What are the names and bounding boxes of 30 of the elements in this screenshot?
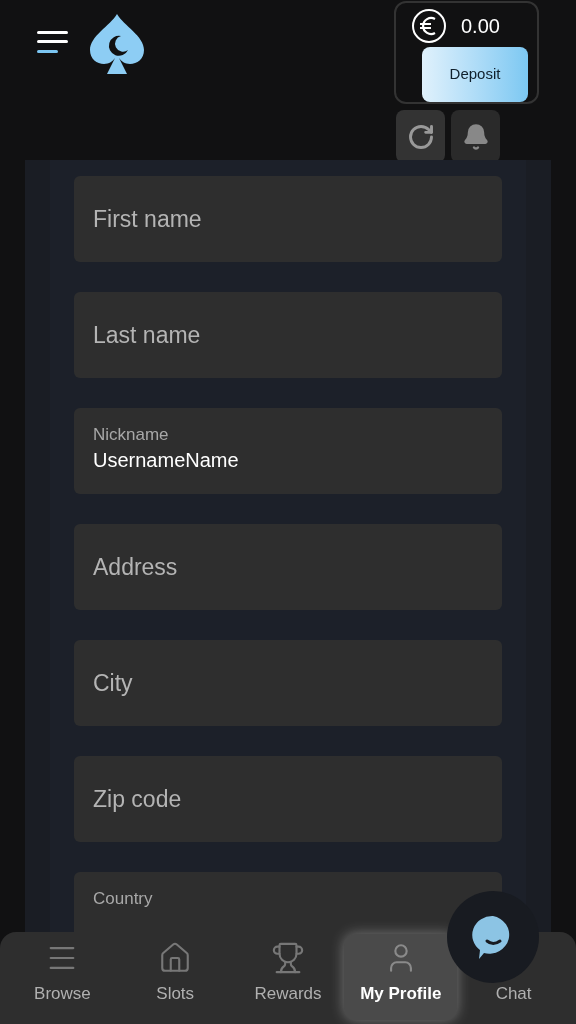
field-label: Country [93, 888, 154, 910]
field-label: Nickname [93, 424, 170, 446]
euro-icon [411, 8, 447, 44]
balance-amount: 0.00 [461, 14, 500, 39]
deposit-button[interactable]: Deposit [422, 47, 528, 102]
text-field[interactable]: Nickname UsernameName [74, 408, 502, 494]
field-input: Zip code [93, 781, 483, 817]
text-field[interactable]: Address [74, 524, 502, 610]
field-input: First name [93, 201, 483, 237]
notifications-button[interactable] [451, 110, 500, 163]
menu-icon[interactable] [37, 31, 68, 55]
trophy-icon [271, 940, 305, 975]
text-field[interactable]: Last name [74, 292, 502, 378]
text-field[interactable]: First name [74, 176, 502, 262]
refresh-button[interactable] [396, 110, 445, 163]
spade-logo[interactable] [90, 14, 144, 74]
nav-tab[interactable]: Browse [34, 940, 91, 1006]
text-field[interactable]: Zip code [74, 756, 502, 842]
field-input: City [93, 665, 483, 701]
field-value: UsernameName [93, 446, 483, 474]
nav-tab[interactable]: My Profile [344, 934, 458, 1020]
field-input: Last name [93, 317, 483, 353]
bell-icon [461, 122, 490, 151]
field-input: Address [93, 549, 483, 585]
text-field[interactable]: City [74, 640, 502, 726]
nav-tab[interactable]: Rewards [254, 940, 322, 1006]
nav-tab[interactable]: Chat [495, 980, 532, 1006]
refresh-icon [406, 122, 435, 151]
text-field[interactable]: Country [74, 872, 502, 932]
nav-tab[interactable]: Slots [156, 940, 195, 1006]
